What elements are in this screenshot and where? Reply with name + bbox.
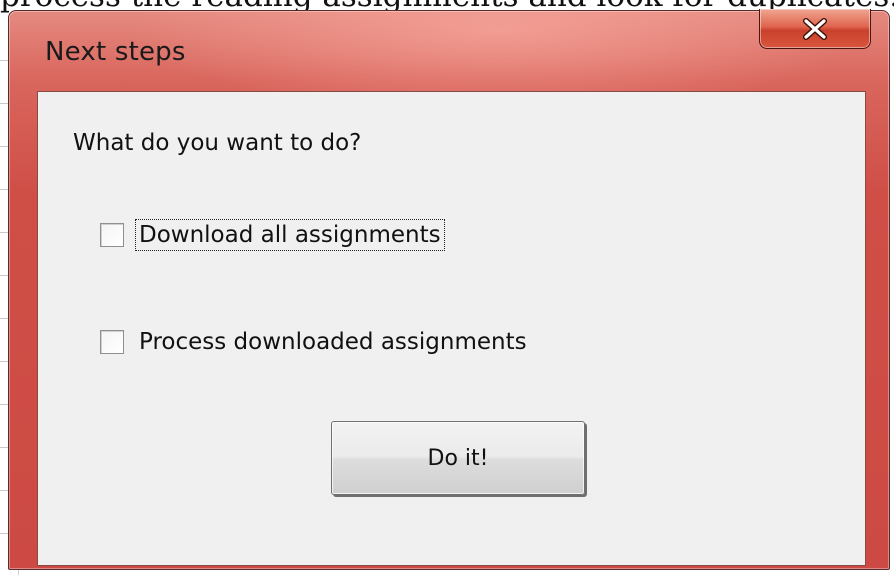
window-title: Next steps [45,37,186,67]
close-button[interactable] [759,9,871,49]
dialog-client-area: What do you want to do? Download all ass… [37,91,866,566]
process-downloaded-assignments-checkbox[interactable] [100,330,124,354]
download-all-assignments-label[interactable]: Download all assignments [135,219,445,251]
do-it-button[interactable]: Do it! [331,421,585,495]
close-x-icon [803,17,827,40]
dialog-prompt: What do you want to do? [73,130,362,156]
process-downloaded-assignments-option[interactable]: Process downloaded assignments [100,327,530,357]
next-steps-dialog: Next steps What do you want to do? Downl… [8,9,890,570]
process-downloaded-assignments-label[interactable]: Process downloaded assignments [136,327,530,357]
download-all-assignments-option[interactable]: Download all assignments [100,219,445,251]
download-all-assignments-checkbox[interactable] [100,223,124,247]
